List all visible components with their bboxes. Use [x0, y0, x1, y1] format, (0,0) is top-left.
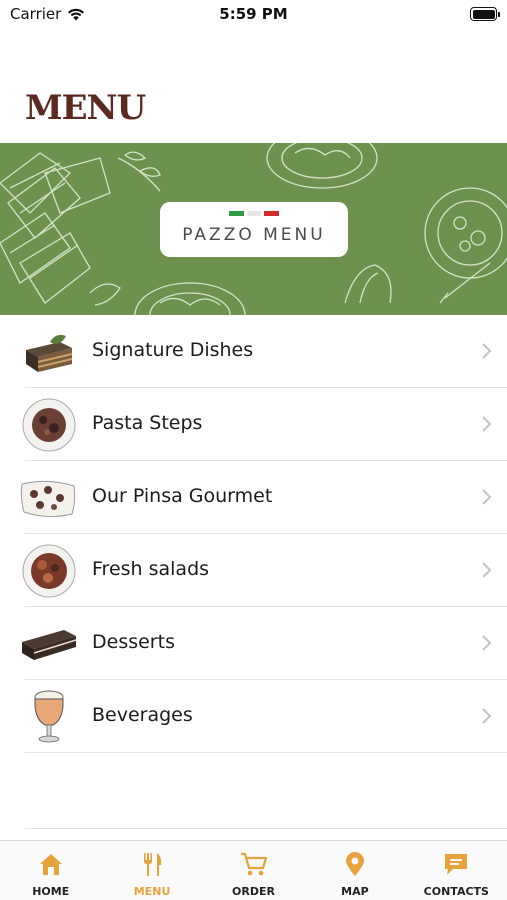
menu-item-label: Signature Dishes: [92, 339, 254, 361]
menu-item-our-pinsa-gourmet[interactable]: Our Pinsa Gourmet: [0, 461, 507, 534]
salad-plate-thumbnail: [22, 544, 76, 598]
tab-menu[interactable]: MENU: [101, 841, 202, 900]
page-title: MENU: [25, 88, 146, 128]
lasagna-thumbnail: [26, 334, 73, 372]
pinsa-thumbnail: [20, 480, 76, 518]
cart-icon: [240, 852, 267, 876]
chevron-right-icon: [482, 343, 492, 359]
tab-contacts[interactable]: CONTACTS: [406, 841, 507, 900]
menu-item-desserts[interactable]: Desserts: [0, 607, 507, 680]
menu-item-beverages[interactable]: Beverages: [0, 680, 507, 753]
fork-knife-icon: [144, 853, 162, 876]
chevron-right-icon: [482, 562, 492, 578]
banner-title: PAZZO MENU: [182, 225, 326, 245]
chevron-right-icon: [482, 416, 492, 432]
chevron-right-icon: [482, 708, 492, 724]
tab-home[interactable]: HOME: [0, 841, 101, 900]
menu-item-pasta-steps[interactable]: Pasta Steps: [0, 388, 507, 461]
chevron-right-icon: [482, 489, 492, 505]
tab-label: CONTACTS: [423, 885, 489, 898]
banner-title-card: PAZZO MENU: [160, 202, 348, 257]
menu-item-signature-dishes[interactable]: Signature Dishes: [0, 315, 507, 388]
menu-item-label: Desserts: [92, 631, 175, 653]
beer-glass-thumbnail: [34, 690, 64, 743]
menu-item-label: Pasta Steps: [92, 412, 203, 434]
battery-icon: [470, 7, 500, 21]
menu-item-label: Fresh salads: [92, 558, 210, 580]
home-icon: [39, 854, 62, 875]
flag-green: [229, 211, 244, 216]
flag-white: [246, 211, 262, 216]
status-bar: Carrier 5:59 PM: [0, 0, 507, 30]
menu-item-label: Our Pinsa Gourmet: [92, 485, 273, 507]
tab-label: MAP: [341, 885, 369, 898]
italian-flag-icon: [229, 211, 280, 216]
chevron-right-icon: [482, 635, 492, 651]
clock: 5:59 PM: [219, 5, 288, 23]
tab-label: MENU: [133, 885, 171, 898]
tab-map[interactable]: MAP: [304, 841, 405, 900]
chat-bubble-icon: [445, 854, 468, 875]
menu-item-fresh-salads[interactable]: Fresh salads: [0, 534, 507, 607]
menu-category-list: Signature Dishes Pasta Steps Our Pinsa G…: [0, 315, 507, 753]
menu-item-label: Beverages: [92, 704, 193, 726]
tab-label: HOME: [32, 885, 70, 898]
pasta-plate-thumbnail: [22, 398, 76, 452]
map-pin-icon: [345, 852, 364, 876]
menu-banner: PAZZO MENU: [0, 143, 507, 315]
tab-bar: HOME MENU ORDER MAP CONTACTS: [0, 840, 507, 900]
tab-label: ORDER: [232, 885, 275, 898]
flag-red: [264, 211, 280, 216]
divider: [25, 828, 507, 829]
tab-order[interactable]: ORDER: [203, 841, 304, 900]
dessert-slice-thumbnail: [22, 630, 77, 660]
